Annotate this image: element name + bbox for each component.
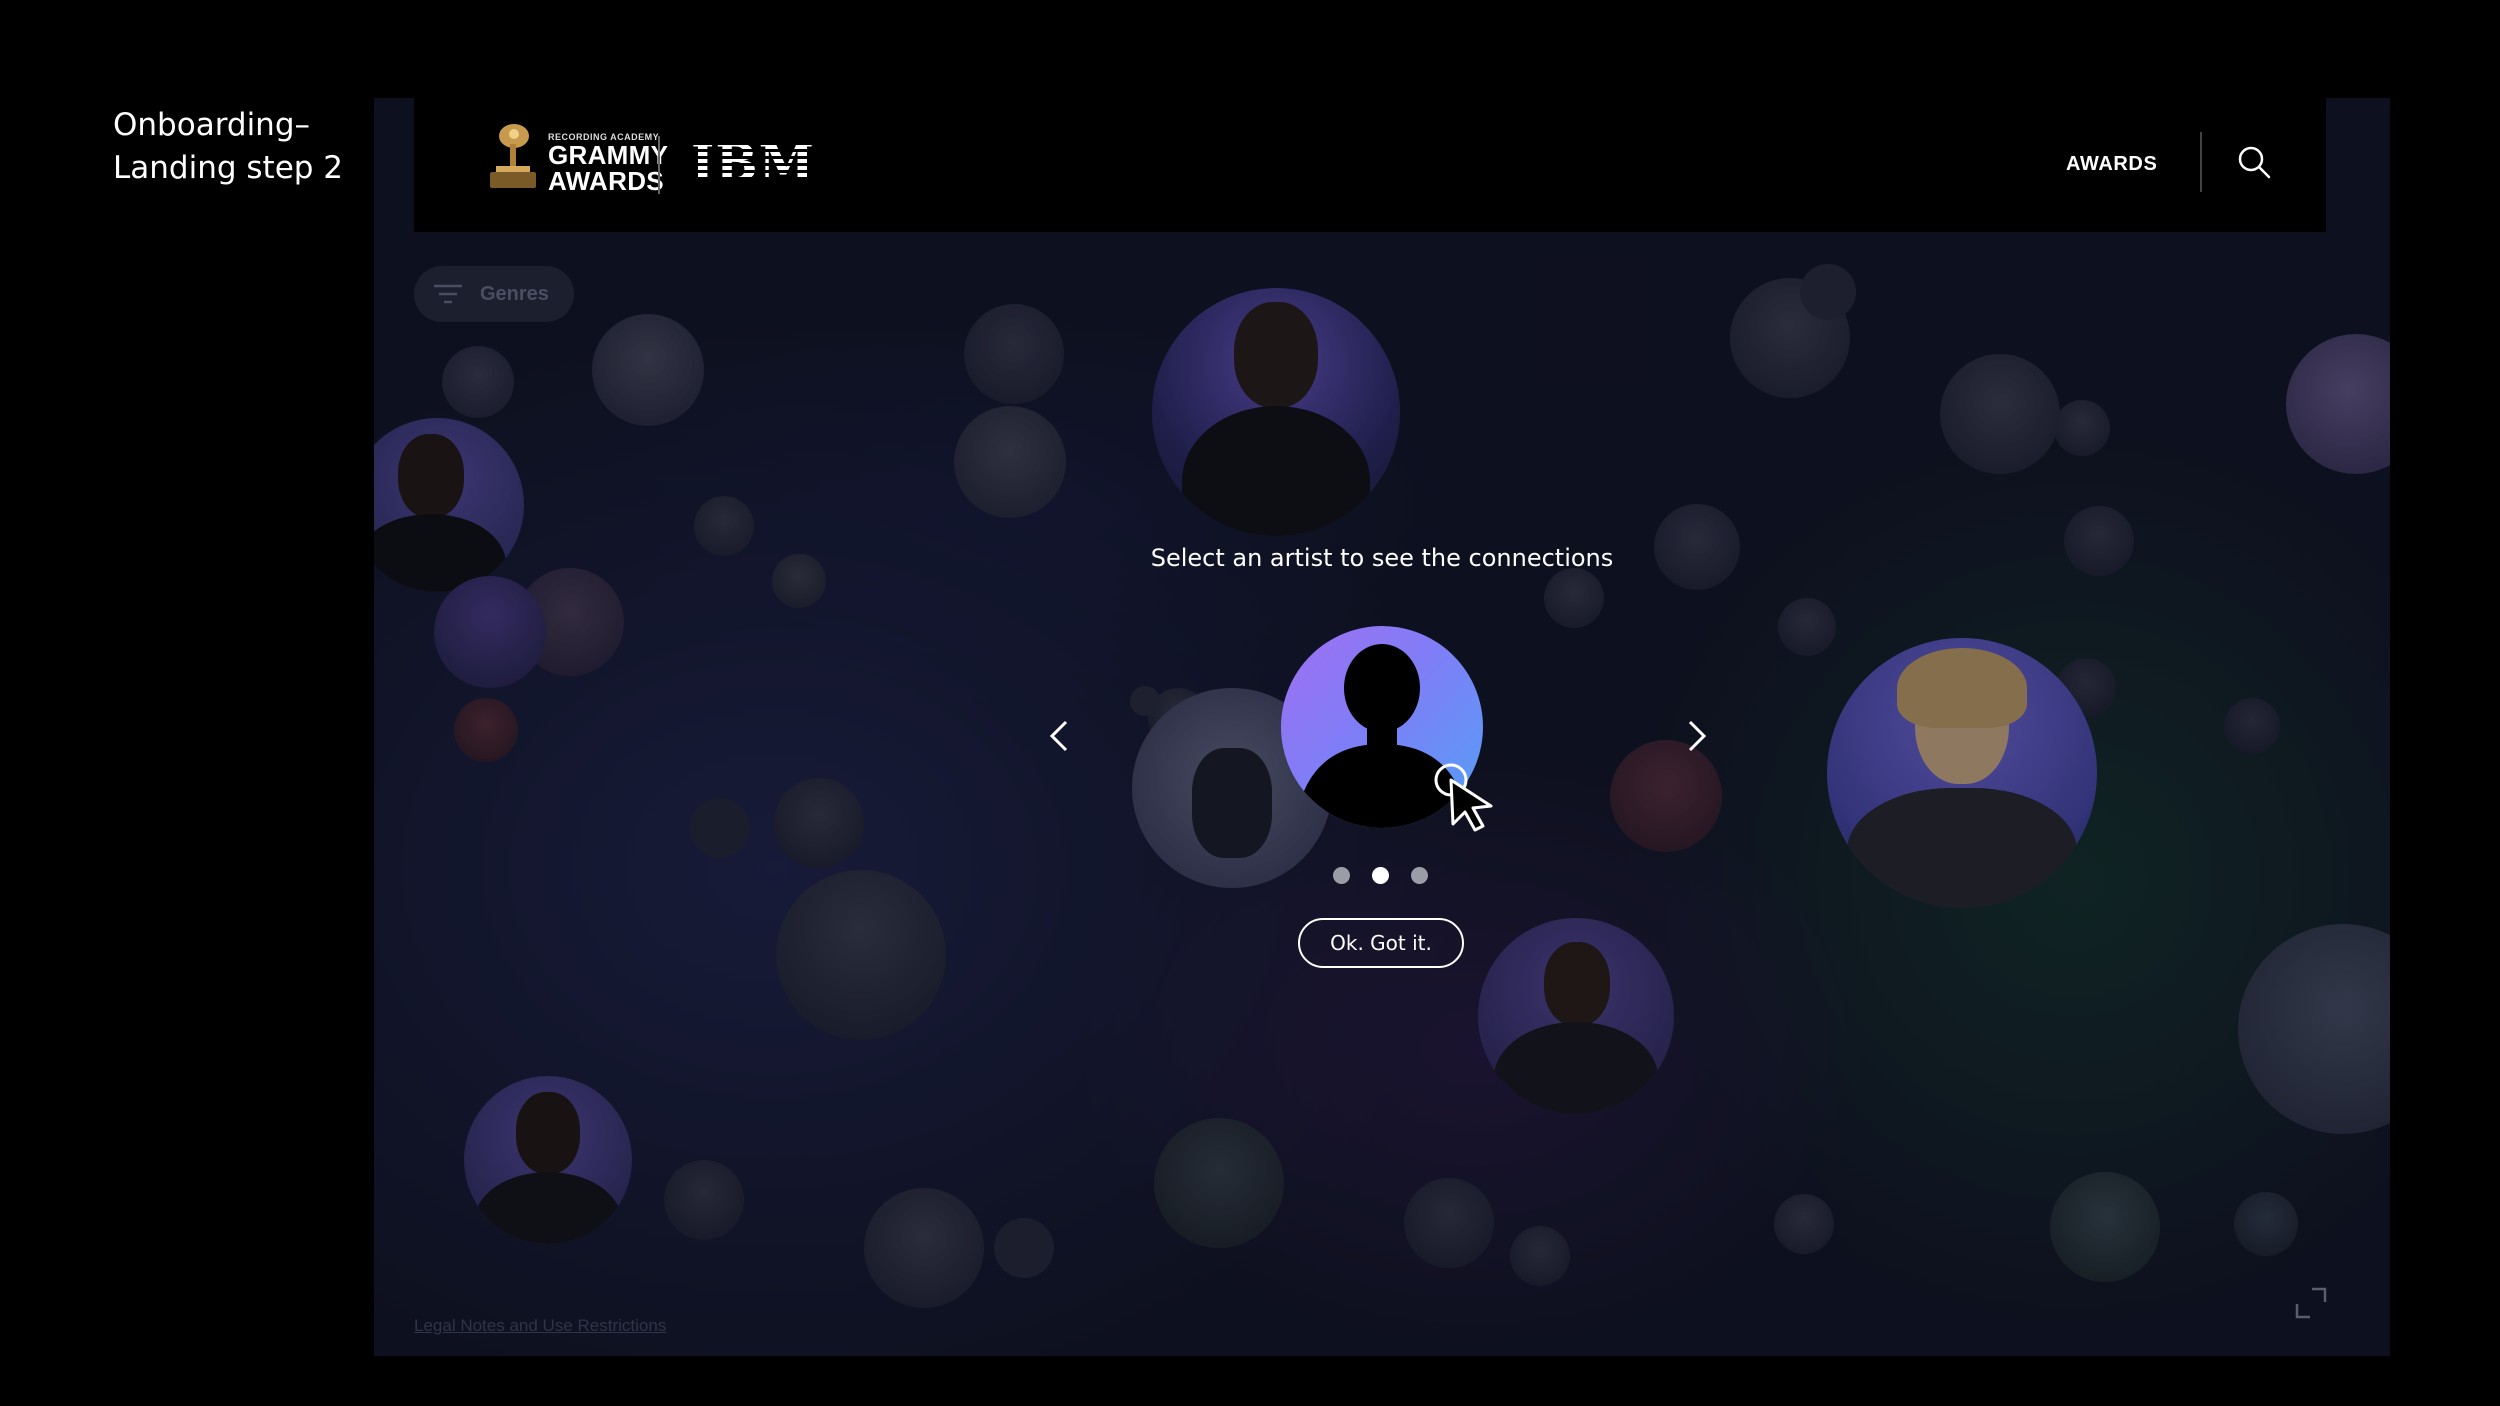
search-icon[interactable] xyxy=(2234,142,2274,182)
ok-got-it-button[interactable]: Ok. Got it. xyxy=(1298,918,1464,968)
genres-label: Genres xyxy=(480,283,549,305)
logo-divider xyxy=(658,136,660,194)
expand-icon[interactable] xyxy=(2294,1286,2328,1320)
step-dot-3[interactable] xyxy=(1411,867,1428,884)
nav-divider xyxy=(2200,132,2202,192)
brand-grammy-text: GRAMMY xyxy=(548,140,669,170)
pointer-click-icon xyxy=(1434,763,1493,832)
step-indicator xyxy=(1333,867,1433,887)
app-window: RECORDING ACADEMY GRAMMY AWARDS IBM AWAR… xyxy=(374,98,2390,1356)
ibm-logo[interactable]: IBM xyxy=(691,138,815,188)
slide-title: Onboarding– Landing step 2 xyxy=(113,104,343,190)
chevron-left-icon[interactable] xyxy=(1044,716,1074,756)
brand-awards-text: AWARDS xyxy=(548,166,664,196)
grammy-awards-logo[interactable]: RECORDING ACADEMY GRAMMY AWARDS xyxy=(548,132,668,194)
nav-awards-link[interactable]: AWARDS xyxy=(2066,153,2157,176)
slide-title-line-1: Onboarding– xyxy=(113,107,311,143)
step-dot-2-active[interactable] xyxy=(1372,867,1389,884)
filter-icon xyxy=(434,284,462,304)
genres-filter-button[interactable]: Genres xyxy=(414,266,574,322)
legal-notes-link[interactable]: Legal Notes and Use Restrictions xyxy=(414,1316,666,1336)
step-dot-1[interactable] xyxy=(1333,867,1350,884)
slide-title-line-2: Landing step 2 xyxy=(113,150,344,186)
grammy-trophy-icon xyxy=(490,124,536,188)
chevron-right-icon[interactable] xyxy=(1682,716,1712,756)
onboarding-prompt: Select an artist to see the connections xyxy=(1150,544,1614,572)
top-header: RECORDING ACADEMY GRAMMY AWARDS IBM AWAR… xyxy=(414,98,2326,232)
